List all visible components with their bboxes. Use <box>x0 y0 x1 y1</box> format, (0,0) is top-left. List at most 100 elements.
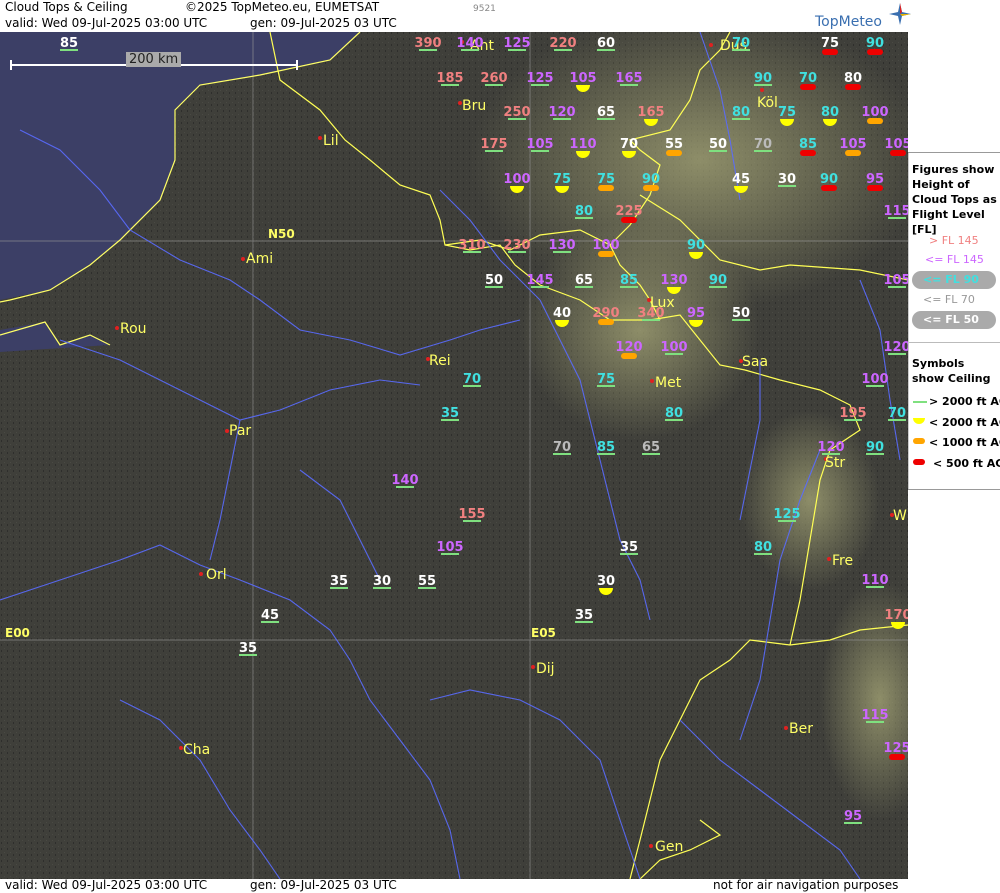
cloud-top-value: 195 <box>839 406 866 421</box>
cloud-top-value: 85 <box>597 440 615 455</box>
cloud-top-value: 120 <box>817 440 844 455</box>
cloud-top-value: 90 <box>687 238 705 253</box>
ceiling-symbol <box>867 185 883 191</box>
ceiling-symbol <box>800 84 816 90</box>
cloud-top-value: 50 <box>709 137 727 152</box>
city-dot <box>827 557 831 561</box>
cloud-top-value: 105 <box>569 71 596 86</box>
cloud-top-value: 100 <box>660 340 687 355</box>
legend-sym-gt2000: > 2000 ft AGL <box>929 395 1000 408</box>
city-label: Ber <box>789 721 813 737</box>
cloud-top-value: 50 <box>732 306 750 321</box>
city-dot <box>784 726 788 730</box>
ceiling-symbol <box>598 251 614 257</box>
cloud-top-value: 85 <box>799 137 817 152</box>
cloud-top-value: 90 <box>866 36 884 51</box>
cloud-top-value: 185 <box>436 71 463 86</box>
cloud-top-value: 130 <box>548 238 575 253</box>
coord-label-e00: E00 <box>5 626 30 640</box>
cloud-top-value: 80 <box>821 105 839 120</box>
legend-top-border <box>908 152 1000 153</box>
ceiling-symbol <box>867 49 883 55</box>
satellite-map[interactable]: N50 E00 E05 Ant Dus Köl Bru Lil Ami Rou Rei Par L… <box>0 32 908 879</box>
ceiling-symbol <box>845 84 861 90</box>
city-label: Par <box>229 423 251 439</box>
cloud-top-value: 80 <box>732 105 750 120</box>
header-copyright: ©2025 TopMeteo.eu, EUMETSAT <box>185 0 380 14</box>
city-label: Rei <box>429 353 451 369</box>
cloud-top-value: 90 <box>866 440 884 455</box>
cloud-top-value: 70 <box>888 406 906 421</box>
cloud-top-value: 225 <box>615 204 642 219</box>
cloud-top-value: 35 <box>441 406 459 421</box>
cloud-top-value: 250 <box>503 105 530 120</box>
city-label: Rou <box>120 321 147 337</box>
legend-separator <box>909 342 1000 343</box>
city-dot <box>650 379 654 383</box>
cloud-top-value: 30 <box>373 574 391 589</box>
cloud-top-value: 340 <box>637 306 664 321</box>
header-valid: valid: Wed 09-Jul-2025 03:00 UTC <box>5 16 208 30</box>
cloud-top-value: 65 <box>642 440 660 455</box>
cloud-top-value: 140 <box>391 473 418 488</box>
cloud-top-value: 125 <box>773 507 800 522</box>
cloud-top-value: 90 <box>642 172 660 187</box>
city-dot <box>199 572 203 576</box>
cloud-top-value: 35 <box>330 574 348 589</box>
city-label: Lil <box>323 133 339 149</box>
legend-sym-orange-icon <box>913 438 925 444</box>
cloud-top-value: 30 <box>778 172 796 187</box>
header-title: Cloud Tops & Ceiling <box>5 0 128 14</box>
cloud-top-value: 105 <box>883 273 908 288</box>
cloud-top-value: 125 <box>526 71 553 86</box>
header-code: 9521 <box>473 4 496 14</box>
cloud-top-value: 90 <box>709 273 727 288</box>
cloud-top-value: 60 <box>597 36 615 51</box>
cloud-top-value: 230 <box>503 238 530 253</box>
footer-disclaimer: not for air navigation purposes <box>713 878 899 892</box>
coord-label-n50: N50 <box>268 227 295 241</box>
city-dot <box>318 136 322 140</box>
ceiling-symbol <box>867 118 883 124</box>
city-label: Bru <box>462 98 486 114</box>
cloud-top-value: 30 <box>597 574 615 589</box>
legend-fig-le70: <= FL 70 <box>923 293 975 306</box>
cloud-top-value: 115 <box>883 204 908 219</box>
cloud-top-value: 70 <box>754 137 772 152</box>
legend-sym-lt2000: < 2000 ft AGL <box>929 416 1000 429</box>
legend-sym-lt500: < 500 ft AGL <box>933 457 1000 470</box>
cloud-top-value: 175 <box>480 137 507 152</box>
header-gen: gen: 09-Jul-2025 03 UTC <box>250 16 397 30</box>
cloud-top-value: 115 <box>861 708 888 723</box>
city-label: Fre <box>832 553 853 569</box>
cloud-top-value: 165 <box>637 105 664 120</box>
cloud-top-value: 125 <box>883 741 908 756</box>
cloud-top-value: 85 <box>60 36 78 51</box>
cloud-top-value: 110 <box>569 137 596 152</box>
ceiling-symbol <box>598 185 614 191</box>
cloud-top-value: 100 <box>861 105 888 120</box>
cloud-top-value: 170 <box>884 608 908 623</box>
cloud-top-value: 80 <box>575 204 593 219</box>
city-dot <box>241 257 245 261</box>
cloud-top-value: 165 <box>615 71 642 86</box>
legend-bottom-border <box>908 489 1000 490</box>
cloud-top-value: 40 <box>553 306 571 321</box>
legend-fig-le145: <= FL 145 <box>925 253 984 266</box>
cloud-top-value: 220 <box>549 36 576 51</box>
cloud-top-value: 65 <box>575 273 593 288</box>
city-dot <box>115 326 119 330</box>
legend-fig-le90: <= FL 90 <box>923 273 979 286</box>
cloud-top-value: 80 <box>754 540 772 555</box>
cloud-top-value: 65 <box>597 105 615 120</box>
legend-sym-lt1000: < 1000 ft AGL <box>929 436 1000 449</box>
cloud-top-value: 105 <box>526 137 553 152</box>
ceiling-symbol <box>621 217 637 223</box>
cloud-top-value: 120 <box>883 340 908 355</box>
cloud-top-value: 90 <box>754 71 772 86</box>
cloud-top-value: 105 <box>839 137 866 152</box>
cloud-top-value: 95 <box>687 306 705 321</box>
cloud-top-value: 100 <box>592 238 619 253</box>
cloud-top-value: 110 <box>861 573 888 588</box>
city-label: Köl <box>757 95 778 111</box>
